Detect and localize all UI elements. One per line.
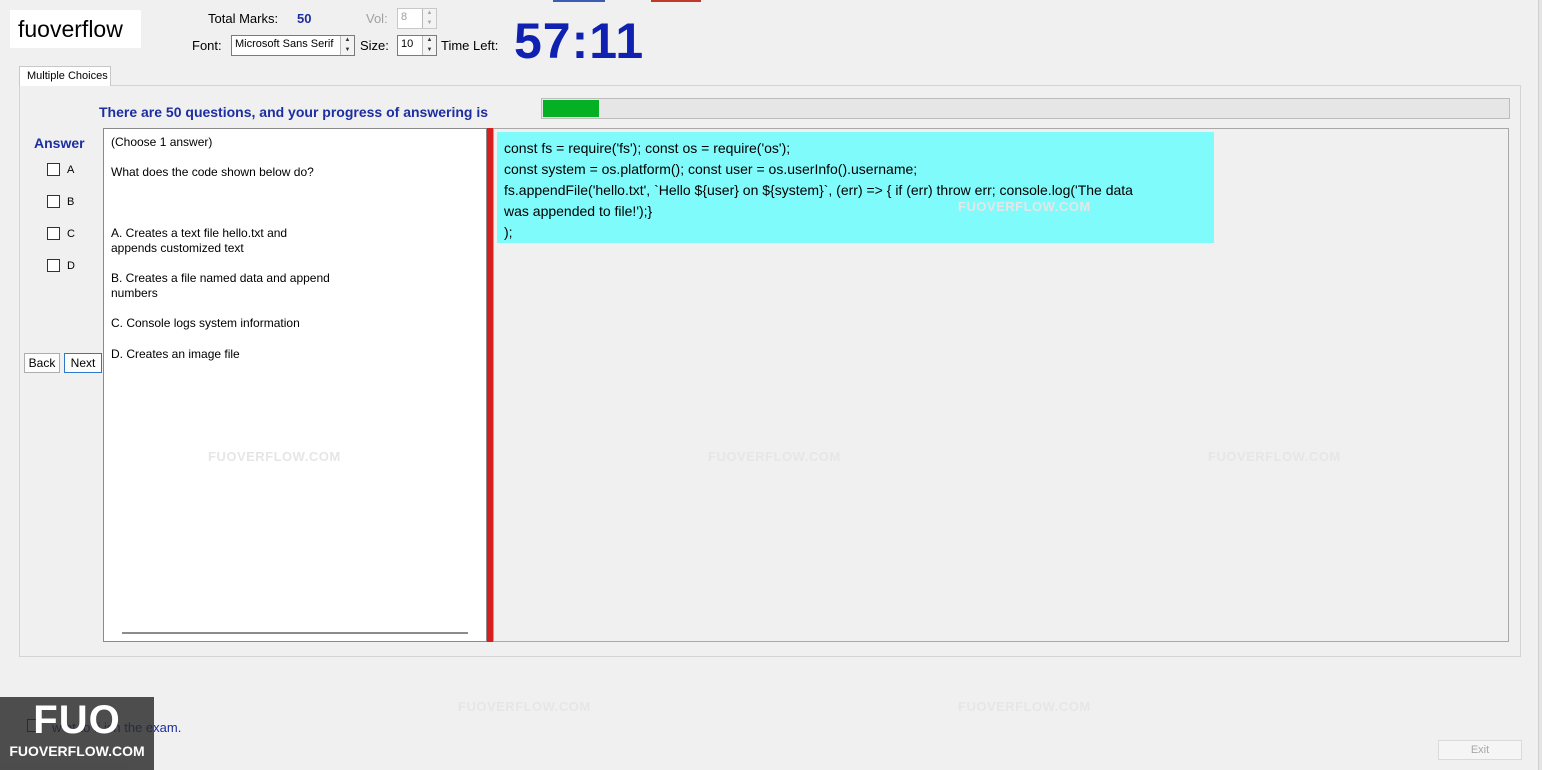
choice-line: B. Creates a file named data and append	[111, 271, 330, 285]
answer-option-d[interactable]: D	[47, 259, 75, 272]
font-select[interactable]: Microsoft Sans Serif ▲ ▼	[231, 35, 355, 56]
question-panel: (Choose 1 answer) What does the code sho…	[103, 128, 487, 642]
answer-title: Answer	[34, 135, 85, 151]
watermark-text: FUOVERFLOW.COM	[1208, 449, 1341, 464]
brand-text: fuoverflow	[18, 15, 123, 42]
option-label: C	[67, 227, 75, 240]
time-left-label: Time Left:	[441, 38, 499, 53]
code-block: const fs = require('fs'); const os = req…	[497, 132, 1214, 243]
checkbox[interactable]	[47, 227, 60, 240]
progress-text: There are 50 questions, and your progres…	[99, 104, 488, 120]
size-value: 10	[401, 38, 414, 50]
option-label: D	[67, 259, 75, 272]
window-right-edge	[1538, 0, 1542, 770]
checkbox[interactable]	[47, 163, 60, 176]
option-label: B	[67, 195, 75, 208]
question-instruction: (Choose 1 answer)	[111, 135, 213, 149]
code-line: was appended to file!');}	[504, 203, 653, 219]
option-label: A	[67, 163, 75, 176]
watermark-text: FUOVERFLOW.COM	[208, 449, 341, 464]
choice-a: A. Creates a text file hello.txt and app…	[111, 226, 371, 256]
back-button[interactable]: Back	[24, 353, 60, 373]
fuo-logo-watermark: FUO FUOVERFLOW.COM	[0, 697, 154, 770]
progress-bar	[541, 98, 1510, 119]
font-label: Font:	[192, 38, 222, 53]
spin-up-icon[interactable]: ▲	[341, 36, 354, 46]
choice-line: appends customized text	[111, 241, 244, 255]
progress-fill	[543, 100, 599, 117]
vol-label: Vol:	[366, 11, 388, 26]
choice-c: C. Console logs system information	[111, 316, 371, 331]
choice-line: C. Console logs system information	[111, 316, 300, 330]
choice-line: A. Creates a text file hello.txt and	[111, 226, 288, 240]
spin-up-icon[interactable]: ▲	[423, 36, 436, 46]
choice-d: D. Creates an image file	[111, 347, 371, 362]
logo-small-text: FUOVERFLOW.COM	[9, 743, 145, 759]
watermark-text: FUOVERFLOW.COM	[958, 199, 1091, 214]
top-accent-blue	[553, 0, 605, 2]
vol-spinner[interactable]: 8 ▲ ▼	[397, 8, 437, 29]
code-line: const fs = require('fs'); const os = req…	[504, 140, 791, 156]
size-label: Size:	[360, 38, 389, 53]
next-button[interactable]: Next	[64, 353, 102, 373]
answer-option-a[interactable]: A	[47, 163, 74, 176]
code-line: );	[504, 224, 513, 240]
watermark-text: FUOVERFLOW.COM	[458, 699, 591, 714]
countdown-timer: 57:11	[514, 13, 645, 69]
watermark-text: FUOVERFLOW.COM	[958, 699, 1091, 714]
tab-multiple-choices[interactable]: Multiple Choices	[19, 66, 111, 86]
checkbox[interactable]	[47, 195, 60, 208]
brand-watermark: fuoverflow	[10, 10, 141, 48]
question-prompt: What does the code shown below do?	[111, 165, 314, 179]
spin-down-icon[interactable]: ▼	[341, 46, 354, 56]
top-accent-red	[651, 0, 701, 2]
spin-up-icon[interactable]: ▲	[423, 9, 436, 19]
vol-value: 8	[401, 11, 408, 23]
code-line: const system = os.platform(); const user…	[504, 161, 918, 177]
code-line: fs.appendFile('hello.txt', `Hello ${user…	[504, 182, 1133, 198]
horizontal-scrollbar[interactable]	[122, 632, 468, 634]
choice-line: D. Creates an image file	[111, 347, 240, 361]
spin-down-icon[interactable]: ▼	[423, 19, 436, 29]
watermark-text: FUOVERFLOW.COM	[708, 449, 841, 464]
choice-b: B. Creates a file named data and append …	[111, 271, 371, 301]
size-spinner[interactable]: 10 ▲ ▼	[397, 35, 437, 56]
exit-button[interactable]: Exit	[1438, 740, 1522, 760]
choice-line: numbers	[111, 286, 158, 300]
font-value: Microsoft Sans Serif	[235, 38, 334, 50]
total-marks-label: Total Marks:	[208, 11, 279, 26]
answer-option-c[interactable]: C	[47, 227, 75, 240]
total-marks-value: 50	[297, 11, 312, 26]
checkbox[interactable]	[47, 259, 60, 272]
logo-big-text: FUO	[33, 698, 121, 742]
spin-down-icon[interactable]: ▼	[423, 46, 436, 56]
answer-option-b[interactable]: B	[47, 195, 74, 208]
